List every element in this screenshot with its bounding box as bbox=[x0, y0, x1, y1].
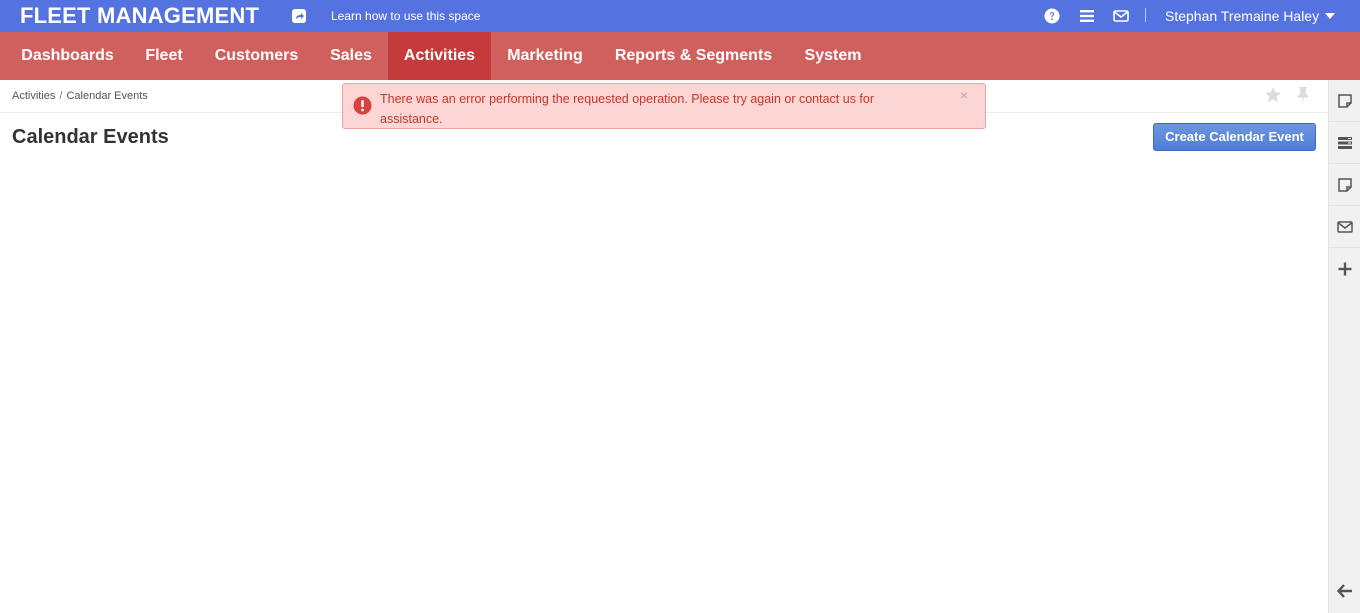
nav-item-fleet[interactable]: Fleet bbox=[129, 32, 199, 80]
page-title: Calendar Events bbox=[12, 126, 169, 148]
top-separator bbox=[1145, 8, 1146, 22]
create-calendar-event-button[interactable]: Create Calendar Event bbox=[1153, 123, 1316, 151]
error-message: There was an error performing the reques… bbox=[380, 92, 875, 126]
breadcrumb-current: Calendar Events bbox=[66, 90, 148, 102]
star-icon[interactable] bbox=[1264, 86, 1282, 104]
right-sidebar bbox=[1328, 80, 1360, 613]
user-menu[interactable]: Stephan Tremaine Haley bbox=[1165, 8, 1319, 24]
error-icon bbox=[353, 96, 372, 115]
pin-icon[interactable] bbox=[1295, 86, 1311, 104]
learn-link[interactable]: Learn how to use this space bbox=[331, 9, 480, 23]
mail-icon bbox=[1337, 221, 1353, 233]
nav-item-reports-segments[interactable]: Reports & Segments bbox=[599, 32, 788, 80]
note-icon bbox=[1338, 94, 1352, 108]
caret-down-icon[interactable] bbox=[1325, 13, 1335, 19]
sidebar-note-button[interactable] bbox=[1329, 80, 1360, 122]
breadcrumb: Activities / Calendar Events bbox=[12, 90, 148, 103]
plus-icon bbox=[1338, 262, 1352, 276]
help-icon[interactable] bbox=[1044, 8, 1060, 24]
top-bar: FLEET MANAGEMENT Learn how to use this s… bbox=[0, 0, 1360, 32]
breadcrumb-parent[interactable]: Activities bbox=[12, 90, 55, 102]
nav-item-activities[interactable]: Activities bbox=[388, 32, 491, 80]
error-alert: There was an error performing the reques… bbox=[342, 83, 986, 129]
nav-item-customers[interactable]: Customers bbox=[199, 32, 314, 80]
sidebar-mail-button[interactable] bbox=[1329, 206, 1360, 248]
breadcrumb-separator: / bbox=[59, 90, 63, 102]
close-icon[interactable]: × bbox=[960, 88, 968, 102]
share-icon[interactable] bbox=[291, 8, 307, 24]
list-icon bbox=[1338, 137, 1352, 149]
sidebar-add-button[interactable] bbox=[1329, 248, 1360, 290]
main-nav: Dashboards Fleet Customers Sales Activit… bbox=[0, 32, 1360, 80]
mail-icon[interactable] bbox=[1113, 8, 1129, 24]
menu-icon[interactable] bbox=[1079, 8, 1095, 24]
sidebar-note-button-2[interactable] bbox=[1329, 164, 1360, 206]
nav-item-system[interactable]: System bbox=[788, 32, 878, 80]
note-icon bbox=[1338, 178, 1352, 192]
nav-item-dashboards[interactable]: Dashboards bbox=[6, 32, 129, 80]
arrow-left-icon[interactable] bbox=[1337, 583, 1353, 599]
brand-title[interactable]: FLEET MANAGEMENT bbox=[20, 3, 259, 29]
nav-item-marketing[interactable]: Marketing bbox=[491, 32, 599, 80]
sidebar-list-button[interactable] bbox=[1329, 122, 1360, 164]
nav-item-sales[interactable]: Sales bbox=[314, 32, 388, 80]
